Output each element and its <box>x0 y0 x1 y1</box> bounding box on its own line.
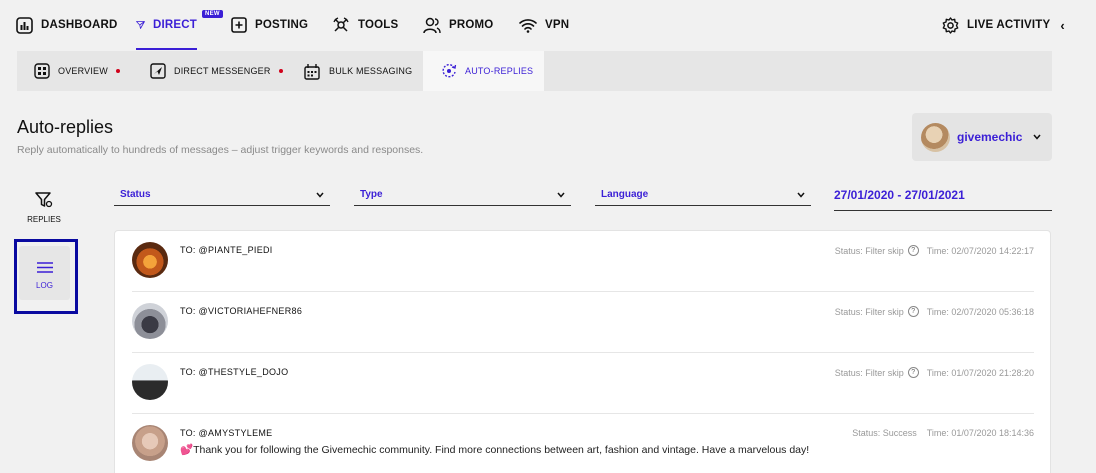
log-message: 💕Thank you for following the Givemechic … <box>180 444 810 456</box>
users-icon <box>423 17 441 33</box>
live-activity-label: LIVE ACTIVITY <box>967 19 1051 31</box>
sub-navigation: OVERVIEW DIRECT MESSENGER BULK MESSAGING… <box>17 51 1052 91</box>
log-meta: Status: Filter skip ? Time: 02/07/2020 1… <box>835 245 1034 256</box>
log-row[interactable]: TO: @PIANTE_PIEDI Status: Filter skip ? … <box>132 231 1034 292</box>
log-time: Time: 01/07/2020 21:28:20 <box>926 367 1034 378</box>
gear-icon <box>942 16 959 34</box>
log-time: Time: 02/07/2020 05:36:18 <box>926 306 1034 317</box>
avatar <box>132 242 168 278</box>
language-filter-select[interactable]: Language <box>595 184 811 206</box>
subtab-auto-replies-label: AUTO-REPLIES <box>465 66 534 76</box>
log-meta: Status: Filter skip ? Time: 02/07/2020 0… <box>835 306 1034 317</box>
log-status: Status: Success <box>852 428 917 438</box>
log-time: Time: 01/07/2020 18:14:36 <box>926 428 1034 438</box>
log-meta: Status: Success Time: 01/07/2020 18:14:3… <box>852 428 1034 438</box>
nav-dashboard-label: DASHBOARD <box>41 19 118 31</box>
message-icon <box>150 63 166 79</box>
chevron-down-icon <box>557 192 565 198</box>
type-filter-label: Type <box>360 189 383 200</box>
account-selector[interactable]: givemechic <box>912 113 1052 161</box>
log-time: Time: 02/07/2020 14:22:17 <box>926 245 1034 256</box>
nav-tools[interactable]: TOOLS <box>332 0 398 50</box>
nav-direct-label: DIRECT <box>152 19 197 31</box>
nav-vpn-label: VPN <box>545 19 570 31</box>
log-meta: Status: Filter skip ? Time: 01/07/2020 2… <box>835 367 1034 378</box>
notification-dot <box>115 69 120 73</box>
send-icon <box>136 21 145 29</box>
log-recipient: TO: @AMYSTYLEME <box>180 428 273 438</box>
wifi-icon <box>519 18 537 33</box>
subtab-bulk-messaging-label: BULK MESSAGING <box>329 66 413 76</box>
notification-dot <box>278 69 283 73</box>
auto-reply-icon <box>442 64 457 78</box>
page-subtitle: Reply automatically to hundreds of messa… <box>17 144 424 156</box>
log-recipient: TO: @VICTORIAHEFNER86 <box>180 306 303 316</box>
log-row[interactable]: TO: @VICTORIAHEFNER86 Status: Filter ski… <box>132 292 1034 353</box>
dashboard-icon <box>16 16 33 34</box>
subtab-overview-label: OVERVIEW <box>58 66 108 76</box>
help-icon[interactable]: ? <box>907 367 919 378</box>
calendar-icon <box>304 63 320 80</box>
live-activity-toggle[interactable]: LIVE ACTIVITY ‹ <box>942 0 1065 50</box>
grid-icon <box>34 63 50 79</box>
log-status: Status: Filter skip <box>834 306 904 317</box>
subtab-direct-messenger-label: DIRECT MESSENGER <box>174 66 271 76</box>
chevron-down-icon <box>797 192 805 198</box>
chevron-down-icon <box>1033 134 1041 140</box>
log-recipient: TO: @THESTYLE_DOJO <box>180 367 289 377</box>
language-filter-label: Language <box>601 189 649 200</box>
subtab-overview[interactable]: OVERVIEW <box>34 51 120 91</box>
status-filter-label: Status <box>120 189 151 200</box>
help-icon[interactable]: ? <box>907 245 919 256</box>
log-recipient: TO: @PIANTE_PIEDI <box>180 245 273 255</box>
new-badge: NEW <box>202 10 223 18</box>
subtab-direct-messenger[interactable]: DIRECT MESSENGER <box>150 51 283 91</box>
log-row[interactable]: TO: @THESTYLE_DOJO Status: Filter skip ?… <box>132 353 1034 414</box>
log-list: TO: @PIANTE_PIEDI Status: Filter skip ? … <box>114 230 1051 473</box>
account-name: givemechic <box>957 130 1023 144</box>
tools-icon <box>333 17 349 32</box>
log-row[interactable]: TO: @AMYSTYLEME 💕Thank you for following… <box>132 414 1034 473</box>
avatar <box>132 364 168 400</box>
date-range-value: 27/01/2020 - 27/01/2021 <box>834 188 965 202</box>
avatar <box>921 122 950 152</box>
date-range-picker[interactable]: 27/01/2020 - 27/01/2021 <box>834 188 1052 211</box>
subtab-bulk-messaging[interactable]: BULK MESSAGING <box>303 51 412 91</box>
chevron-left-icon: ‹ <box>1060 17 1065 33</box>
plus-square-icon <box>231 17 247 33</box>
nav-posting[interactable]: POSTING <box>231 0 308 50</box>
filter-settings-icon <box>35 192 53 208</box>
side-replies-button[interactable]: REPLIES <box>14 192 74 224</box>
menu-lines-icon <box>36 262 53 273</box>
nav-vpn[interactable]: VPN <box>519 0 569 50</box>
log-status: Status: Filter skip <box>834 245 904 256</box>
avatar <box>132 303 168 339</box>
log-status: Status: Filter skip <box>834 367 904 378</box>
subtab-auto-replies[interactable]: AUTO-REPLIES <box>423 51 544 91</box>
avatar <box>132 425 168 461</box>
nav-promo-label: PROMO <box>449 19 494 31</box>
nav-dashboard[interactable]: DASHBOARD <box>16 0 118 50</box>
top-navigation: DASHBOARD DIRECT NEW POSTING TOOLS PROMO… <box>0 0 1096 50</box>
side-replies-label: REPLIES <box>27 215 61 224</box>
nav-posting-label: POSTING <box>255 19 309 31</box>
type-filter-select[interactable]: Type <box>354 184 571 206</box>
nav-tools-label: TOOLS <box>358 19 399 31</box>
side-log-button[interactable]: LOG <box>19 246 70 300</box>
nav-direct[interactable]: DIRECT NEW <box>136 0 223 50</box>
page-title: Auto-replies <box>17 117 114 137</box>
side-log-label: LOG <box>36 281 53 290</box>
help-icon[interactable]: ? <box>907 306 919 317</box>
nav-promo[interactable]: PROMO <box>423 0 493 50</box>
chevron-down-icon <box>316 192 324 198</box>
status-filter-select[interactable]: Status <box>114 184 330 206</box>
